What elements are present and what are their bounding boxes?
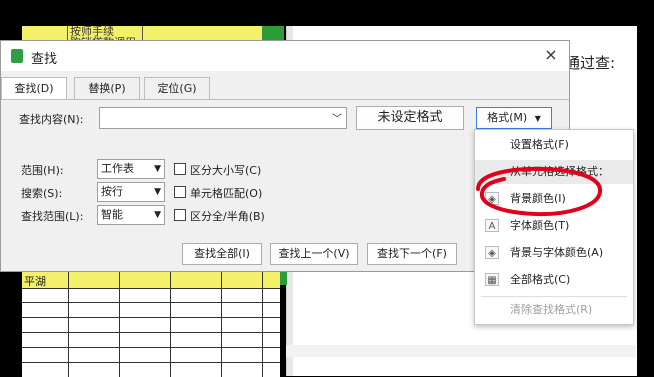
chevron-down-icon[interactable]: ﹀ — [332, 110, 342, 125]
search-value: 按行 — [101, 185, 123, 198]
match-cell-checkbox[interactable] — [174, 186, 186, 198]
scope-value: 工作表 — [101, 162, 134, 175]
lookin-select[interactable]: 智能 ▼ — [97, 205, 165, 225]
format-menu: 设置格式(F) 从单元格选择格式： ◈ 背景颜色(I) A 字体颜色(T) ◈ … — [474, 129, 634, 325]
search-label: 搜索(S): — [21, 187, 63, 200]
dropdown-arrow-icon: ▼ — [534, 114, 541, 123]
match-case-label: 区分大小写(C) — [190, 164, 262, 177]
menu-item-background-and-font-color[interactable]: ◈ 背景与字体颜色(A) — [475, 241, 633, 265]
find-input[interactable]: ﹀ — [99, 107, 347, 129]
tab-find[interactable]: 查找(D) — [1, 77, 67, 100]
match-width-checkbox[interactable] — [174, 209, 186, 221]
find-label: 查找内容(N): — [19, 113, 84, 126]
find-previous-button[interactable]: 查找上一个(V) — [270, 243, 358, 265]
menu-item-set-format[interactable]: 设置格式(F) — [475, 133, 633, 157]
scope-label: 范围(H): — [21, 164, 64, 177]
side-panel-text: 通过查: — [565, 54, 616, 72]
menu-item-label: 设置格式(F) — [510, 138, 569, 151]
menu-item-clear-find-format: 清除查找格式(R) — [475, 298, 633, 322]
find-next-button[interactable]: 查找下一个(F) — [367, 243, 457, 265]
format-dropdown-button[interactable]: 格式(M) ▼ — [476, 107, 552, 129]
side-panel-bar — [286, 345, 636, 357]
dialog-title: 查找 — [31, 52, 58, 67]
menu-item-label: 全部格式(C) — [510, 273, 571, 286]
font-color-icon: A — [485, 219, 499, 232]
menu-item-label: 背景与字体颜色(A) — [510, 246, 604, 259]
dropdown-arrow-icon: ▼ — [154, 210, 161, 220]
match-width-label: 区分全/半角(B) — [190, 210, 265, 223]
dropdown-arrow-icon: ▼ — [154, 187, 161, 197]
menu-item-label: 字体颜色(T) — [510, 219, 570, 232]
dialog-titlebar[interactable]: 查找 × — [1, 41, 569, 71]
close-button[interactable]: × — [541, 45, 561, 65]
scope-select[interactable]: 工作表 ▼ — [97, 159, 165, 179]
menu-item-font-color[interactable]: A 字体颜色(T) — [475, 214, 633, 238]
red-annotation-circle — [476, 166, 602, 217]
sheet-cell-text: 平湖 — [24, 275, 46, 288]
search-select[interactable]: 按行 ▼ — [97, 182, 165, 202]
match-cell-label: 单元格匹配(O) — [190, 187, 263, 200]
sheet-grid[interactable]: 平湖 — [22, 272, 280, 377]
sheet-green-marker — [262, 26, 284, 40]
lookin-value: 智能 — [101, 208, 123, 221]
find-all-button[interactable]: 查找全部(I) — [182, 243, 262, 265]
menu-item-all-formats[interactable]: ▦ 全部格式(C) — [475, 268, 633, 292]
dropdown-arrow-icon: ▼ — [154, 164, 161, 174]
format-button-label: 格式(M) — [487, 111, 528, 124]
match-case-checkbox[interactable] — [174, 163, 186, 175]
app-icon — [11, 49, 23, 63]
lookin-label: 查找范围(L): — [21, 210, 84, 223]
tab-replace[interactable]: 替换(P) — [74, 77, 140, 99]
format-icon: ▦ — [485, 273, 499, 286]
fill-font-icon: ◈ — [485, 246, 499, 259]
menu-divider — [481, 296, 627, 297]
format-status-label: 未设定格式 — [356, 106, 464, 130]
menu-item-label: 清除查找格式(R) — [510, 303, 593, 316]
sheet-header-row: 平湖 — [22, 272, 280, 289]
tab-goto[interactable]: 定位(G) — [144, 77, 210, 99]
